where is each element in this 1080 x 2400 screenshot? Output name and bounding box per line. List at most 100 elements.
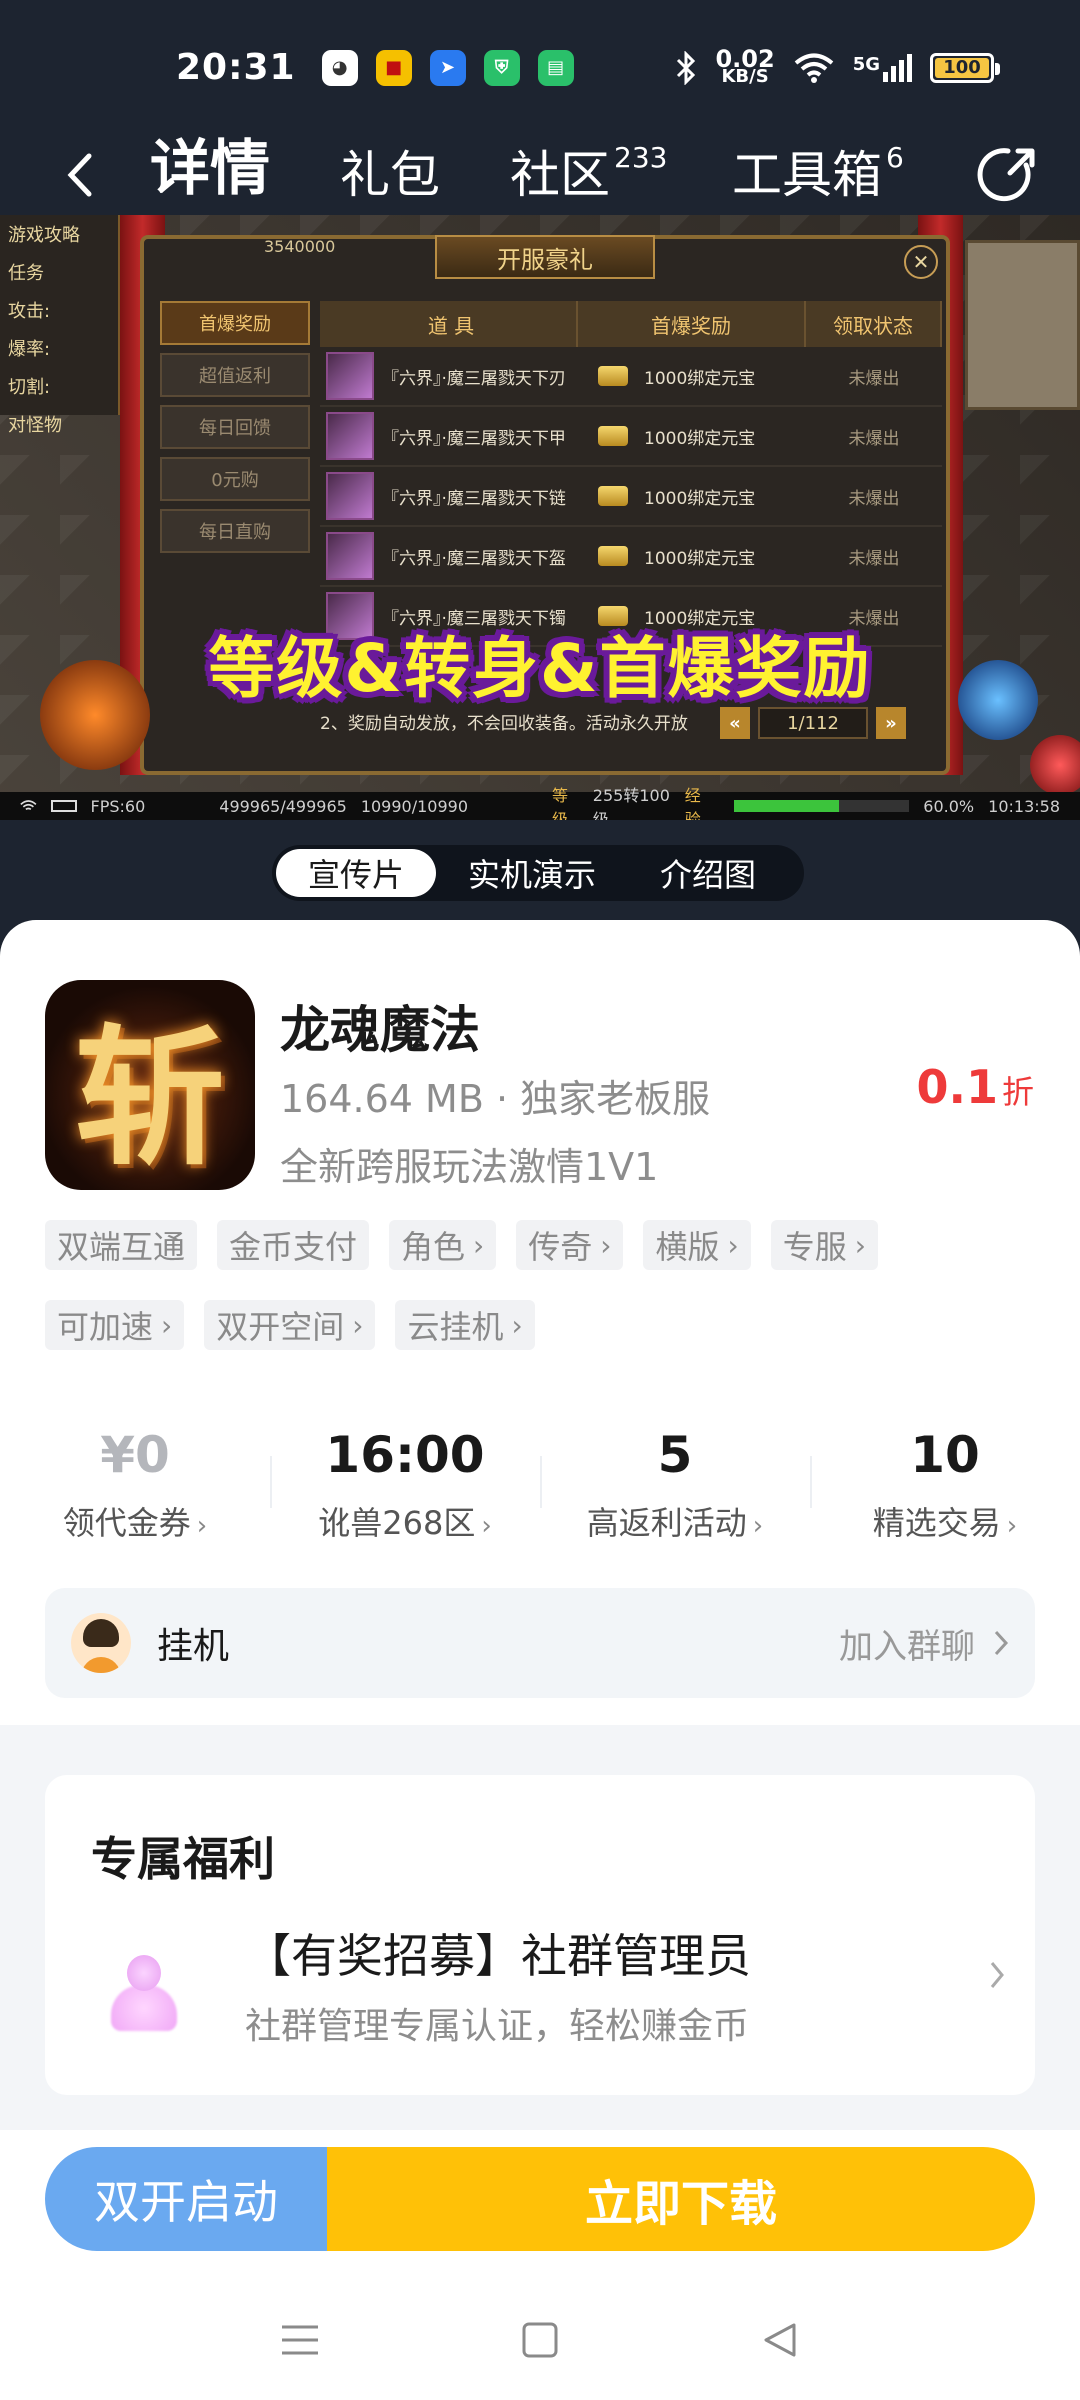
chevron-right-icon: › [600, 1228, 612, 1262]
game-minimap [965, 240, 1080, 410]
game-reward-table: 道 具 首爆奖励 领取状态 『六界』·魔三屠戮天下刃 1000绑定元宝 未爆出 … [320, 301, 942, 647]
stat-trades[interactable]: 10 精选交易 › [810, 1420, 1080, 1570]
status-app-icons: ◕ ■ ➤ ⛨ ▤ [321, 49, 574, 86]
status-bar: 20:31 ◕ ■ ➤ ⛨ ▤ 0.02 KB/S 5G 100 [0, 0, 1080, 135]
tab-badge: 233 [614, 141, 668, 174]
menu-button[interactable] [260, 2300, 340, 2380]
game-meta: 164.64 MB · 独家老板服 [280, 1077, 711, 1121]
net-speed: 0.02 KB/S [715, 44, 775, 87]
notification-app-icon: ■ [375, 49, 412, 86]
game-side-panel: 游戏攻略 任务 攻击: 爆率: 切割: 对怪物 [0, 215, 120, 436]
game-app-icon: 斩 [45, 980, 255, 1190]
back-triangle-icon [764, 2323, 796, 2357]
game-detail-card: 斩 龙魂魔法 164.64 MB · 独家老板服 全新跨服玩法激情1V1 0.1… [0, 920, 1080, 2180]
chevron-right-icon: › [511, 1308, 523, 1342]
tag-chip[interactable]: 双开空间 › [204, 1300, 376, 1350]
video-caption: 等级&转身&首爆奖励 [208, 630, 872, 707]
notification-app-icon: ◕ [321, 49, 358, 86]
equipment-icon [326, 352, 374, 400]
group-name: 挂机 [157, 1626, 230, 1667]
bluetooth-icon [677, 50, 696, 85]
status-time: 20:31 [176, 47, 296, 88]
wifi-icon [794, 53, 833, 83]
game-dialog-title: 开服豪礼 [435, 235, 655, 279]
tab-details[interactable]: 详情 [150, 134, 270, 215]
table-row: 『六界』·魔三屠戮天下刃 1000绑定元宝 未爆出 [320, 347, 942, 407]
top-nav: 详情 礼包 社区 233 工具箱 6 [0, 134, 1080, 215]
stat-server-open[interactable]: 16:00 讹兽268区 › [270, 1420, 540, 1570]
chevron-right-icon: › [473, 1228, 485, 1262]
chevron-right-icon [994, 1630, 1009, 1656]
media-tabs: 宣传片 实机演示 介绍图 [272, 845, 804, 901]
home-button[interactable] [500, 2300, 580, 2380]
tab-promo-video[interactable]: 宣传片 [276, 849, 437, 897]
chevron-right-icon: › [854, 1228, 866, 1262]
equipment-icon [326, 532, 374, 580]
tab-toolbox[interactable]: 工具箱 6 [732, 135, 904, 215]
chat-icon: ▤ [537, 49, 574, 86]
stat-vouchers[interactable]: ¥0 领代金券 › [0, 1420, 270, 1570]
tag-chip: 金币支付 [217, 1220, 370, 1270]
battery-icon: 100 [930, 52, 1000, 83]
share-button[interactable] [972, 139, 1044, 211]
chevron-right-icon: › [752, 1511, 764, 1541]
discount-badge: 0.1 折 [916, 1060, 1034, 1114]
tag-chip: 双端互通 [45, 1220, 198, 1270]
download-button[interactable]: 立即下载 [327, 2147, 1035, 2251]
notification-app-icon: ➤ [429, 49, 466, 86]
tab-badge: 6 [886, 141, 904, 174]
gold-ingot-icon [598, 546, 628, 566]
back-button[interactable] [50, 135, 110, 215]
tag-chip[interactable]: 专服 › [770, 1220, 878, 1270]
chevron-right-icon [990, 1962, 1004, 1988]
promo-video[interactable]: 游戏攻略 任务 攻击: 爆率: 切割: 对怪物 3540000 开服豪礼 ✕ 首… [0, 215, 1080, 820]
tag-chip[interactable]: 传奇 › [516, 1220, 624, 1270]
tag-chip[interactable]: 横版 › [643, 1220, 751, 1270]
gold-ingot-icon [598, 366, 628, 386]
tab-community[interactable]: 社区 233 [510, 135, 667, 215]
wifi-icon [20, 800, 37, 811]
gold-ingot-icon [598, 486, 628, 506]
chevron-right-icon: › [481, 1511, 492, 1541]
tab-gifts[interactable]: 礼包 [340, 135, 440, 215]
tag-chip[interactable]: 角色 › [389, 1220, 497, 1270]
tab-screenshots[interactable]: 介绍图 [628, 849, 788, 897]
share-arrow-icon [977, 148, 1035, 202]
game-dialog-pager: « 1/112 » [720, 707, 906, 739]
close-icon: ✕ [904, 245, 938, 279]
equipment-icon [326, 412, 374, 460]
chevron-right-icon: › [727, 1228, 739, 1262]
system-nav-bar [0, 2280, 1080, 2400]
chevron-right-icon: › [352, 1308, 364, 1342]
tag-chip[interactable]: 可加速 › [45, 1300, 185, 1350]
battery-icon [50, 800, 77, 812]
exclusive-benefit-card[interactable]: 专属福利 【有奖招募】社群管理员 社群管理专属认证，轻松赚金币 [45, 1775, 1035, 2095]
action-bar: 双开启动 立即下载 [0, 2130, 1080, 2280]
system-back-button[interactable] [740, 2300, 820, 2380]
chevron-right-icon: › [161, 1308, 173, 1342]
gold-ingot-icon [598, 426, 628, 446]
benefit-heading: 【有奖招募】社群管理员 [245, 1929, 751, 1983]
section-title: 专属福利 [91, 1832, 275, 1886]
chevron-right-icon: › [1006, 1511, 1018, 1541]
cell-signal-icon: 5G [853, 53, 912, 82]
chevron-right-icon: › [196, 1511, 208, 1541]
tag-list: 双端互通 金币支付 角色 › 传奇 › 横版 › 专服 › 可加速 › 双开空间 › 云挂机… [45, 1220, 1035, 1350]
stats-row: ¥0 领代金券 › 16:00 讹兽268区 › 5 高返利活动 › 10 精选交易 › [0, 1420, 1080, 1570]
join-group-link[interactable]: 加入群聊 [839, 1619, 1009, 1668]
tab-gameplay-demo[interactable]: 实机演示 [436, 849, 628, 897]
avatar [71, 1613, 131, 1673]
menu-icon [282, 2325, 318, 2355]
group-chat-row[interactable]: 挂机 加入群聊 [45, 1588, 1035, 1698]
exp-bar [733, 800, 910, 812]
table-row: 『六界』·魔三屠戮天下链 1000绑定元宝 未爆出 [320, 467, 942, 527]
game-title: 龙魂魔法 [280, 1001, 480, 1059]
user-icon [107, 1955, 177, 2035]
shield-icon: ⛨ [483, 49, 520, 86]
dual-launch-button[interactable]: 双开启动 [45, 2147, 327, 2251]
table-row: 『六界』·魔三屠戮天下盔 1000绑定元宝 未爆出 [320, 527, 942, 587]
stat-rebate-events[interactable]: 5 高返利活动 › [540, 1420, 810, 1570]
tag-chip[interactable]: 云挂机 › [395, 1300, 535, 1350]
equipment-icon [326, 472, 374, 520]
home-square-icon [522, 2322, 558, 2358]
